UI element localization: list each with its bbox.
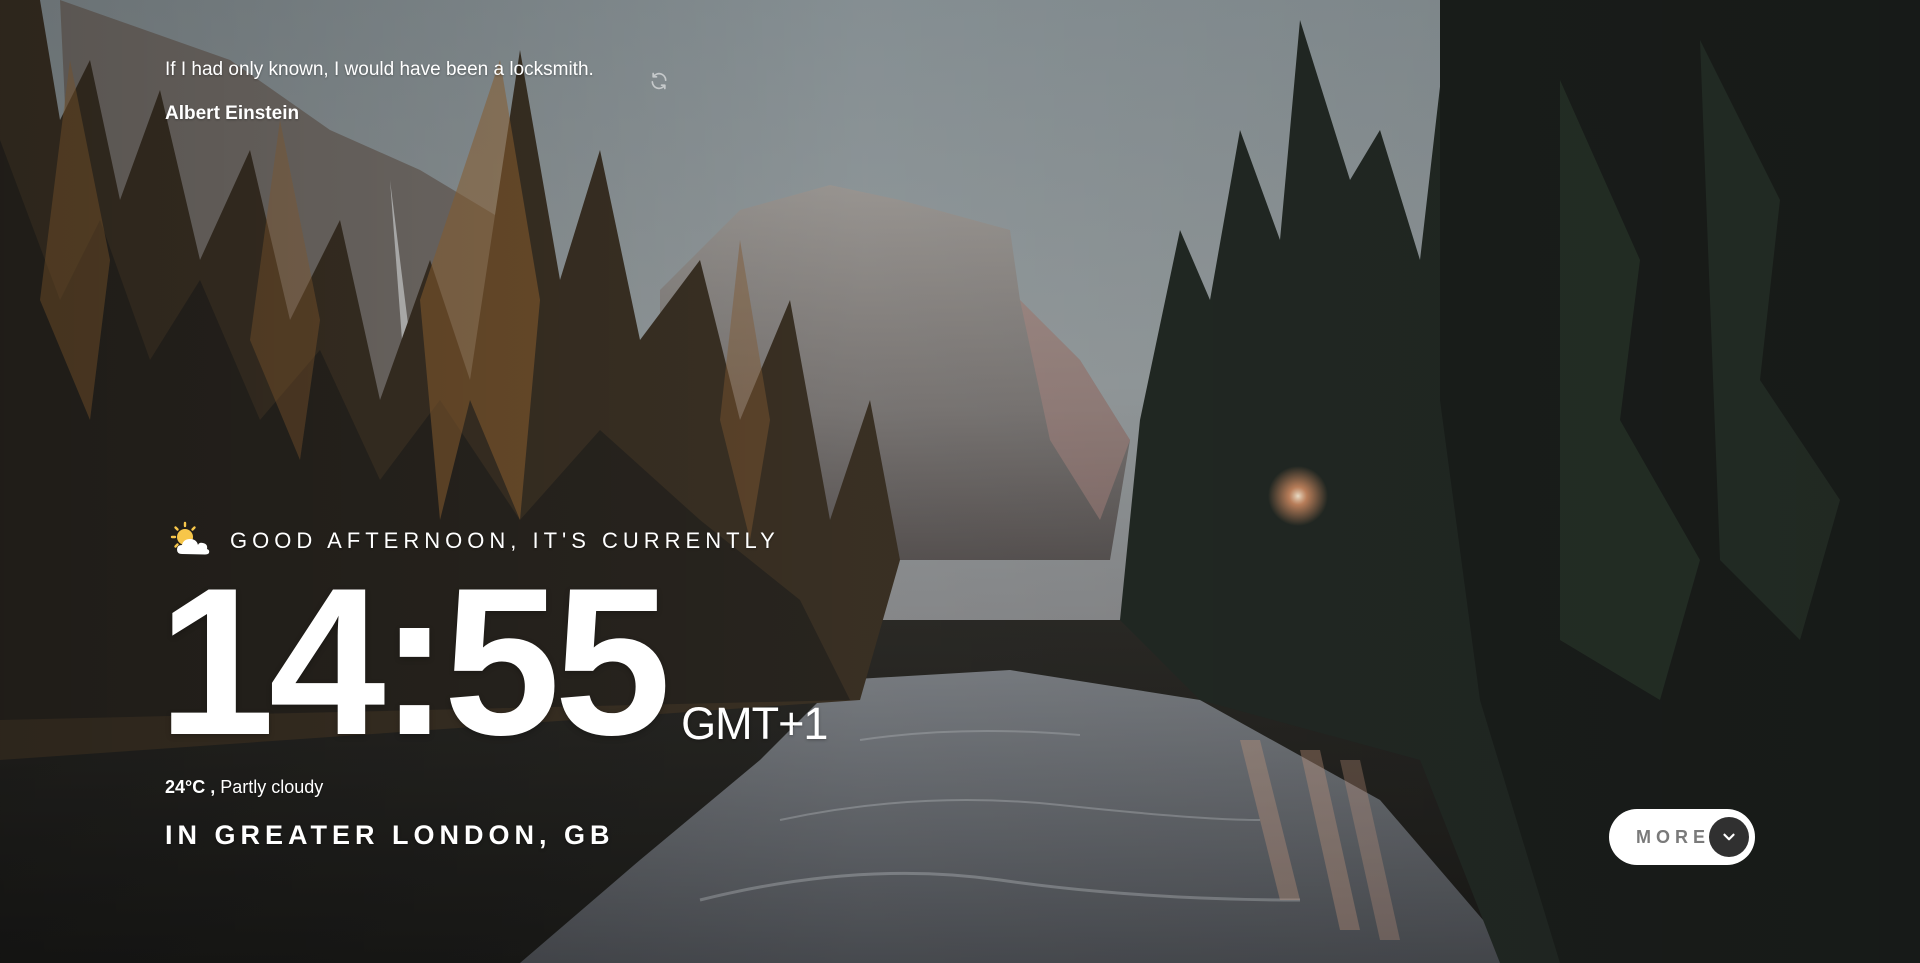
weather-temperature: 24°C , bbox=[165, 777, 216, 797]
time-row: 14:55 GMT+1 bbox=[158, 544, 828, 779]
quote-refresh-button[interactable] bbox=[646, 68, 672, 94]
refresh-icon bbox=[651, 72, 667, 90]
app-root: If I had only known, I would have been a… bbox=[0, 0, 1920, 963]
chevron-down-icon bbox=[1723, 833, 1735, 841]
quote-block: If I had only known, I would have been a… bbox=[165, 56, 685, 126]
weather-condition: Partly cloudy bbox=[220, 777, 324, 797]
clock-timezone: GMT+1 bbox=[681, 698, 828, 749]
quote-author: Albert Einstein bbox=[165, 103, 300, 124]
more-chevron-wrapper bbox=[1709, 817, 1749, 857]
more-button[interactable]: MORE bbox=[1609, 809, 1755, 865]
quote-row: If I had only known, I would have been a… bbox=[165, 56, 685, 84]
location-text: IN GREATER LONDON, GB bbox=[165, 820, 615, 850]
weather-summary: 24°C , Partly cloudy bbox=[165, 775, 323, 799]
clock-time: 14:55 bbox=[158, 544, 671, 779]
quote-text: If I had only known, I would have been a… bbox=[165, 59, 594, 80]
more-button-label: MORE bbox=[1636, 826, 1710, 847]
